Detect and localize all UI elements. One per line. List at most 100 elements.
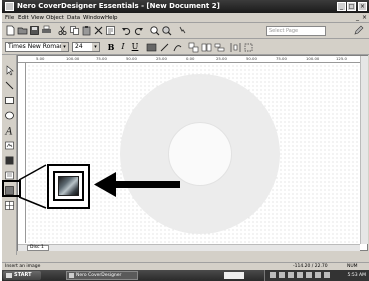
tray-icon[interactable] (297, 272, 303, 278)
menu-help[interactable]: Help (105, 14, 118, 22)
windows-flag-icon (6, 273, 12, 278)
close-button[interactable]: × (358, 2, 367, 11)
menu-object[interactable]: Object (46, 14, 64, 22)
group-icon[interactable] (188, 42, 199, 53)
system-tray: 5:53 AM (264, 270, 369, 281)
vertical-scrollbar[interactable] (360, 56, 368, 244)
ellipse-icon[interactable] (4, 110, 15, 121)
image-tool-icon[interactable] (146, 42, 157, 53)
menu-view[interactable]: View (31, 14, 44, 22)
menu-window[interactable]: Window (83, 14, 105, 22)
tray-icon[interactable] (306, 272, 312, 278)
maximize-button[interactable]: □ (347, 2, 356, 11)
arrange-icon[interactable] (243, 42, 254, 53)
start-label: START (14, 272, 32, 278)
menu-file[interactable]: File (5, 14, 14, 22)
pencil-icon[interactable] (353, 25, 364, 36)
taskbar-app-button[interactable]: Nero CoverDesigner (66, 271, 138, 280)
print-icon[interactable] (41, 25, 52, 36)
zoom-select[interactable]: Select Page (266, 26, 326, 36)
app-icon (69, 273, 74, 278)
chevron-down-icon: ▾ (92, 43, 99, 51)
ruler-tick: 100.00 (306, 56, 320, 61)
svg-text:A: A (5, 127, 13, 137)
curve-tool-icon[interactable] (172, 42, 183, 53)
tray-icon[interactable] (315, 272, 321, 278)
text-tool-icon[interactable]: A (4, 125, 15, 137)
align-icon[interactable] (214, 42, 225, 53)
image-insert-icon-enlarged (53, 171, 84, 201)
ungroup-icon[interactable] (201, 42, 212, 53)
zoom-in-icon[interactable] (149, 25, 160, 36)
italic-button[interactable]: I (118, 42, 128, 52)
picture-icon (58, 176, 79, 196)
ruler-tick: 5.00 (36, 56, 45, 61)
underline-button[interactable]: U (130, 42, 140, 52)
status-bar: Insert an image -114.20 / 22.70 NUM (2, 262, 369, 270)
ruler-tick: 0.00 (186, 56, 195, 61)
tray-icon[interactable] (324, 272, 330, 278)
redo-icon[interactable] (133, 25, 144, 36)
delete-icon[interactable] (93, 25, 104, 36)
tab-disc[interactable]: Disc 1 (27, 245, 49, 251)
app-icon[interactable] (5, 2, 14, 11)
status-message: Insert an image (5, 264, 41, 269)
cut-icon[interactable] (57, 25, 68, 36)
font-value: Times New Roman (8, 43, 64, 50)
menu-edit[interactable]: Edit (18, 14, 29, 22)
paste-icon[interactable] (81, 25, 92, 36)
select-arrow-icon[interactable] (4, 65, 15, 76)
tool-box: A (2, 55, 17, 255)
menu-data[interactable]: Data (67, 14, 80, 22)
window-title: Nero CoverDesigner Essentials - [New Doc… (17, 2, 220, 10)
tray-icon[interactable] (279, 272, 285, 278)
clock: 5:53 AM (347, 273, 367, 278)
bold-button[interactable]: B (106, 42, 116, 52)
title-bar: Nero CoverDesigner Essentials - [New Doc… (2, 0, 369, 13)
properties-icon[interactable] (105, 25, 116, 36)
num-lock-indicator: NUM (347, 264, 358, 269)
menu-bar: File Edit View Object Data Window Help _… (2, 13, 369, 23)
application-window: Nero CoverDesigner Essentials - [New Doc… (2, 0, 369, 281)
tool-highlight-box (2, 180, 21, 197)
ruler-tick: 100.00 (66, 56, 80, 61)
open-icon[interactable] (17, 25, 28, 36)
vertical-ruler (18, 63, 26, 243)
font-size-select[interactable]: 24 ▾ (72, 42, 100, 52)
ruler-tick: 75.00 (96, 56, 107, 61)
document-minimize-button[interactable]: _ (356, 14, 359, 21)
undo-icon[interactable] (121, 25, 132, 36)
horizontal-ruler: 5.00 100.00 75.00 50.00 25.00 0.00 25.00… (18, 56, 361, 63)
ruler-tick: 25.00 (216, 56, 227, 61)
line-tool-icon[interactable] (159, 42, 170, 53)
document-close-button[interactable]: × (362, 14, 367, 21)
taskbar-app-label: Nero CoverDesigner (76, 273, 122, 278)
artistic-text-icon[interactable] (4, 140, 15, 151)
disc-center-hole (168, 122, 232, 186)
font-size-value: 24 (75, 43, 83, 50)
ruler-tick: 50.00 (246, 56, 257, 61)
language-bar[interactable] (224, 272, 244, 279)
copy-icon[interactable] (69, 25, 80, 36)
distribute-icon[interactable] (230, 42, 241, 53)
horizontal-scrollbar[interactable] (18, 244, 360, 251)
tray-icon[interactable] (288, 272, 294, 278)
new-icon[interactable] (5, 25, 16, 36)
ruler-tick: 25.00 (156, 56, 167, 61)
help-icon[interactable] (177, 25, 188, 36)
text-toolbar: Times New Roman ▾ 24 ▾ B I U (2, 39, 369, 55)
line-icon[interactable] (4, 80, 15, 91)
tray-icon[interactable] (270, 272, 276, 278)
save-icon[interactable] (29, 25, 40, 36)
fill-icon[interactable] (4, 155, 15, 166)
zoom-out-icon[interactable] (161, 25, 172, 36)
standard-toolbar: Select Page (2, 23, 369, 39)
font-select[interactable]: Times New Roman ▾ (5, 42, 69, 52)
ruler-tick: 75.00 (276, 56, 287, 61)
minimize-button[interactable]: _ (337, 2, 346, 11)
table-icon[interactable] (4, 200, 15, 211)
taskbar: START Nero CoverDesigner 5:53 AM (2, 270, 369, 281)
cursor-coordinates: -114.20 / 22.70 (293, 264, 328, 269)
rectangle-icon[interactable] (4, 95, 15, 106)
start-button[interactable]: START (3, 271, 41, 280)
